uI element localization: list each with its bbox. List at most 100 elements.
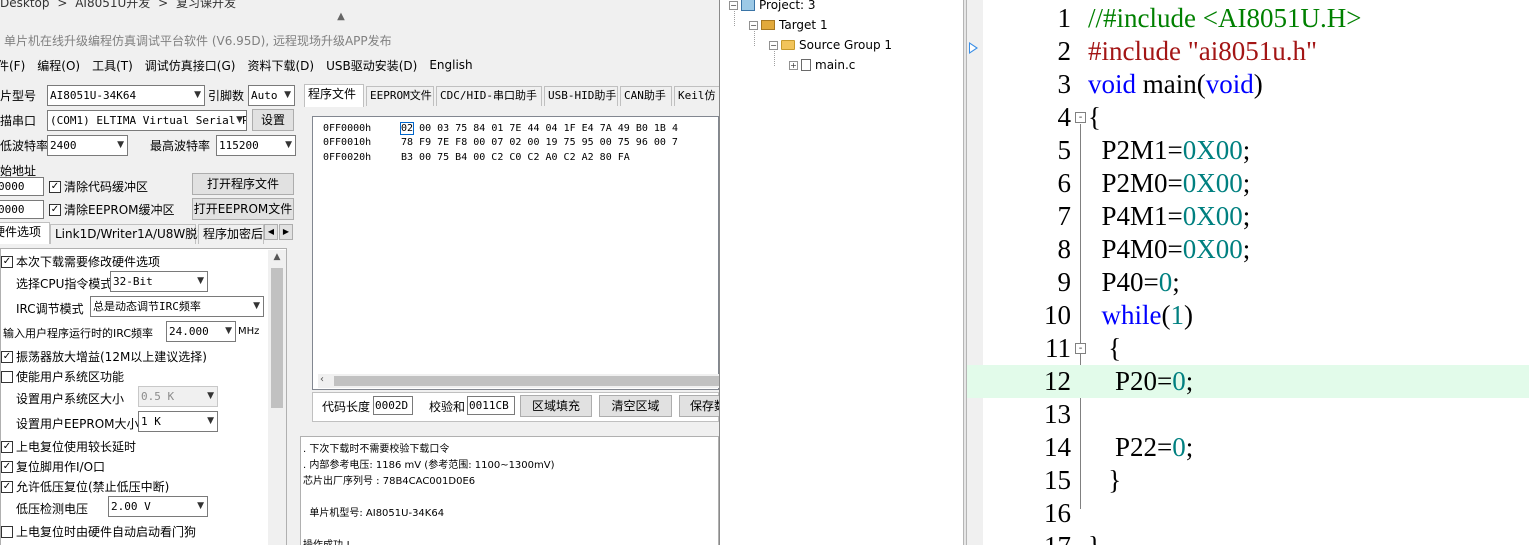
collapse-icon[interactable]: − xyxy=(749,20,758,30)
scroll-up-icon[interactable]: ▲ xyxy=(268,252,286,266)
irc-mode-value: 总是动态调节IRC频率 xyxy=(93,300,201,313)
breadcrumb-folder[interactable]: AI8051U开发 xyxy=(75,0,150,10)
reset-pin-io-checkbox[interactable]: ✓ 复位脚用作I/O口 xyxy=(1,458,105,475)
collapse-arrow-icon[interactable]: ▲ xyxy=(334,12,348,22)
code-addr-input[interactable]: 0000 xyxy=(0,177,44,196)
chip-select[interactable]: AI8051U-34K64 ▼ xyxy=(47,85,205,106)
tab-keil[interactable]: Keil仿 xyxy=(674,86,719,106)
code-text: P4M1=0X00; xyxy=(1088,201,1251,231)
fold-collapse-icon[interactable]: - xyxy=(1075,343,1086,354)
tab-encrypt[interactable]: 程序加密后 xyxy=(198,224,264,244)
line-number: 8 xyxy=(1057,234,1072,264)
open-eeprom-button[interactable]: 打开EEPROM文件 xyxy=(192,198,294,220)
fill-area-button[interactable]: 区域填充 xyxy=(520,395,592,417)
tab-cdc-hid[interactable]: CDC/HID-串口助手 xyxy=(436,86,542,106)
hex-selected-byte[interactable]: 02 xyxy=(399,122,415,135)
min-baud-select[interactable]: 2400 ▼ xyxy=(47,135,128,156)
clear-code-checkbox[interactable]: ✓ 清除代码缓冲区 xyxy=(49,178,148,195)
tree-group-label: Source Group 1 xyxy=(799,38,893,52)
irc-mode-select[interactable]: 总是动态调节IRC频率 ▼ xyxy=(90,296,264,317)
scroll-left-icon[interactable]: ‹ xyxy=(320,374,324,385)
code-text: P40=0; xyxy=(1088,267,1180,297)
port-select[interactable]: (COM1) ELTIMA Virtual Serial P ▼ xyxy=(47,110,247,131)
menu-downloads[interactable]: 资料下载(D) xyxy=(241,57,320,74)
file-icon xyxy=(801,59,811,71)
tab-offline[interactable]: Link1D/Writer1A/U8W脱机 xyxy=(50,224,209,244)
eeprom-size-select[interactable]: 1 K ▼ xyxy=(138,411,218,432)
scrollbar-thumb[interactable] xyxy=(271,268,283,408)
hw-options-scrollbar[interactable]: ▲ xyxy=(268,250,286,545)
low-volt-reset-checkbox[interactable]: ✓ 允许低压复位(禁止低压中断) xyxy=(1,478,169,495)
save-data-button[interactable]: 保存数 xyxy=(679,395,719,417)
line-number: 17 xyxy=(1007,530,1071,545)
tab-hw-options[interactable]: 硬件选项 xyxy=(0,222,50,244)
modify-hw-checkbox[interactable]: ✓ 本次下载需要修改硬件选项 xyxy=(1,253,160,270)
hex-bytes: B3 00 75 B4 00 C2 C0 C2 A0 C2 A2 80 FA xyxy=(401,152,630,163)
line-number: 6 xyxy=(1057,168,1072,198)
tree-target[interactable]: − Target 1 xyxy=(749,18,828,32)
clear-area-button[interactable]: 清空区域 xyxy=(599,395,672,417)
breadcrumb: Desktop > AI8051U开发 > 复习课开发 xyxy=(0,0,240,10)
user-sys-area-checkbox[interactable]: 使能用户系统区功能 xyxy=(1,368,124,385)
code-line: 15 } xyxy=(967,464,1529,497)
chevron-down-icon: ▼ xyxy=(197,501,204,511)
hex-view[interactable]: 0FF0000h 02 00 03 75 84 01 7E 44 04 1F E4… xyxy=(312,116,719,390)
menu-program[interactable]: 编程(O) xyxy=(31,57,86,74)
hex-row: 0FF0010h 78 F9 7E F8 00 07 02 00 19 75 95… xyxy=(323,137,678,148)
max-baud-select[interactable]: 115200 ▼ xyxy=(216,135,296,156)
tab-usb-hid[interactable]: USB-HID助手 xyxy=(544,86,618,106)
eeprom-size-value: 1 K xyxy=(141,415,161,428)
tree-project[interactable]: − Project: 3 xyxy=(729,0,816,12)
log-output[interactable]: . 下次下载时不需要校验下载口令 . 内部参考电压: 1186 mV (参考范围… xyxy=(300,436,719,545)
tab-program-file[interactable]: 程序文件 xyxy=(304,84,364,107)
code-text: #include "ai8051u.h" xyxy=(1088,36,1318,66)
low-volt-value: 2.00 V xyxy=(111,500,151,513)
line-number: 4 xyxy=(1057,102,1072,132)
line-number: 3 xyxy=(1057,69,1072,99)
tab-scroll-right-icon[interactable]: ▶ xyxy=(279,224,293,240)
breadcrumb-subfolder[interactable]: 复习课开发 xyxy=(176,0,236,10)
irc-freq-select[interactable]: 24.000 ▼ xyxy=(166,321,236,342)
collapse-icon[interactable]: − xyxy=(769,40,778,50)
fold-collapse-icon[interactable]: - xyxy=(1075,112,1086,123)
clear-eeprom-checkbox[interactable]: ✓ 清除EEPROM缓冲区 xyxy=(49,201,175,218)
breadcrumb-desktop[interactable]: Desktop xyxy=(0,0,50,10)
pin-select[interactable]: Auto ▼ xyxy=(248,85,295,106)
line-number: 16 xyxy=(1044,498,1071,528)
cpu-mode-select[interactable]: 32-Bit ▼ xyxy=(110,271,208,292)
eeprom-addr-input[interactable]: 0000 xyxy=(0,200,44,219)
open-program-button[interactable]: 打开程序文件 xyxy=(192,173,294,195)
menu-usb-driver[interactable]: USB驱动安装(D) xyxy=(320,57,423,74)
menu-english[interactable]: English xyxy=(423,58,478,72)
tab-scroll-left-icon[interactable]: ◀ xyxy=(264,224,278,240)
watchdog-checkbox[interactable]: 上电复位时由硬件自动启动看门狗 xyxy=(1,523,196,540)
line-number: 7 xyxy=(1057,201,1072,231)
code-len-label: 代码长度 xyxy=(322,400,371,414)
menu-debug[interactable]: 调试仿真接口(G) xyxy=(139,57,242,74)
max-baud-value: 115200 xyxy=(219,139,259,152)
scrollbar-thumb[interactable] xyxy=(334,376,719,386)
check-icon: ✓ xyxy=(1,480,13,493)
tree-file-main[interactable]: + main.c xyxy=(789,58,855,72)
expand-icon[interactable]: + xyxy=(789,60,798,70)
pin-select-value: Auto xyxy=(251,89,278,102)
code-text: { xyxy=(1088,102,1101,132)
code-editor[interactable]: 1 //#include <AI8051U.H> 2 #include "ai8… xyxy=(967,0,1529,545)
tab-eeprom-file[interactable]: EEPROM文件 xyxy=(366,86,434,106)
menu-file[interactable]: 件(F) xyxy=(0,57,31,74)
low-volt-reset-label: 允许低压复位(禁止低压中断) xyxy=(16,480,170,494)
chevron-down-icon: ▼ xyxy=(194,90,201,100)
settings-button[interactable]: 设置 xyxy=(252,109,294,131)
low-volt-select[interactable]: 2.00 V ▼ xyxy=(108,496,208,517)
menu-tools[interactable]: 工具(T) xyxy=(86,57,139,74)
tree-source-group[interactable]: − Source Group 1 xyxy=(769,38,892,52)
power-on-delay-checkbox[interactable]: ✓ 上电复位使用较长延时 xyxy=(1,438,136,455)
code-text: P2M0=0X00; xyxy=(1088,168,1251,198)
collapse-icon[interactable]: − xyxy=(729,0,738,10)
hex-hscrollbar[interactable]: ‹ xyxy=(318,374,719,388)
osc-gain-checkbox[interactable]: ✓ 振荡器放大增益(12M以上建议选择) xyxy=(1,348,207,365)
cpu-mode-value: 32-Bit xyxy=(113,275,153,288)
code-line: 14 P22=0; xyxy=(967,431,1529,464)
tab-can[interactable]: CAN助手 xyxy=(620,86,672,106)
log-line: . 下次下载时不需要校验下载口令 xyxy=(303,444,450,455)
